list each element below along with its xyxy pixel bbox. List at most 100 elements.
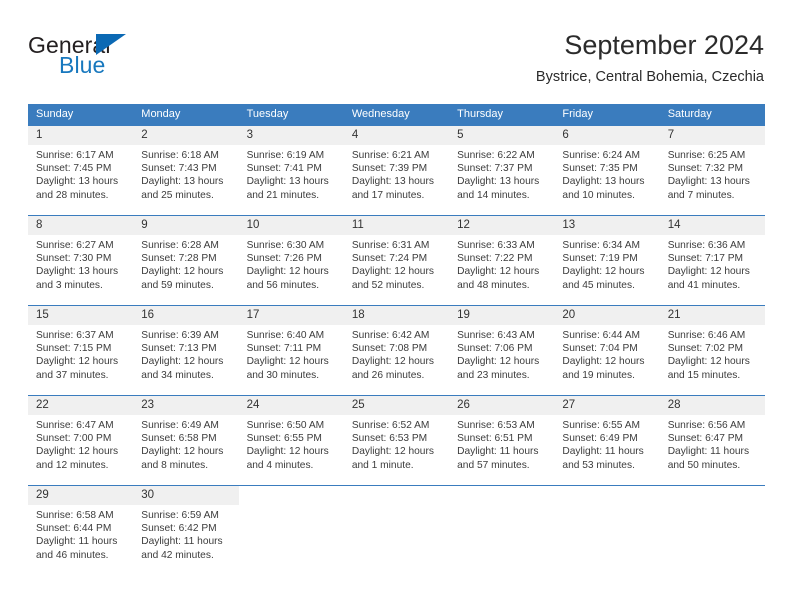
day-cell[interactable]: 9 Sunrise: 6:28 AM Sunset: 7:28 PM Dayli… bbox=[133, 216, 239, 304]
day-cell[interactable]: 21 Sunrise: 6:46 AM Sunset: 7:02 PM Dayl… bbox=[659, 306, 765, 394]
daylight-text-line1: Daylight: 11 hours bbox=[36, 536, 118, 548]
day-number: 5 bbox=[449, 126, 555, 145]
day-details: Sunrise: 6:43 AM Sunset: 7:06 PM Dayligh… bbox=[449, 325, 554, 382]
sunset-text: Sunset: 6:53 PM bbox=[351, 433, 428, 445]
week-row: 15 Sunrise: 6:37 AM Sunset: 7:15 PM Dayl… bbox=[28, 305, 765, 394]
day-cell[interactable]: 7 Sunrise: 6:25 AM Sunset: 7:32 PM Dayli… bbox=[659, 126, 765, 214]
day-cell[interactable]: 19 Sunrise: 6:43 AM Sunset: 7:06 PM Dayl… bbox=[449, 306, 555, 394]
masthead: General Blue September 2024 Bystrice, Ce… bbox=[28, 28, 764, 94]
weekday-header-wednesday: Wednesday bbox=[351, 108, 410, 120]
day-cell[interactable]: 26 Sunrise: 6:53 AM Sunset: 6:51 PM Dayl… bbox=[449, 396, 555, 484]
day-details: Sunrise: 6:36 AM Sunset: 7:17 PM Dayligh… bbox=[660, 235, 765, 292]
general-blue-logo[interactable]: General Blue bbox=[28, 32, 248, 88]
daylight-text-line2: and 34 minutes. bbox=[141, 369, 214, 381]
day-cell[interactable]: 11 Sunrise: 6:31 AM Sunset: 7:24 PM Dayl… bbox=[343, 216, 450, 304]
sunrise-text: Sunrise: 6:44 AM bbox=[562, 330, 640, 341]
day-details: Sunrise: 6:44 AM Sunset: 7:04 PM Dayligh… bbox=[554, 325, 659, 382]
day-cell[interactable]: 20 Sunrise: 6:44 AM Sunset: 7:04 PM Dayl… bbox=[554, 306, 660, 394]
day-details: Sunrise: 6:59 AM Sunset: 6:42 PM Dayligh… bbox=[133, 505, 238, 562]
day-details: Sunrise: 6:39 AM Sunset: 7:13 PM Dayligh… bbox=[133, 325, 238, 382]
day-cell[interactable]: 27 Sunrise: 6:55 AM Sunset: 6:49 PM Dayl… bbox=[554, 396, 660, 484]
day-cell[interactable]: 4 Sunrise: 6:21 AM Sunset: 7:39 PM Dayli… bbox=[343, 126, 450, 214]
day-details: Sunrise: 6:28 AM Sunset: 7:28 PM Dayligh… bbox=[133, 235, 238, 292]
day-number: 1 bbox=[28, 126, 134, 145]
sunset-text: Sunset: 7:02 PM bbox=[667, 343, 744, 355]
day-cell[interactable]: 16 Sunrise: 6:39 AM Sunset: 7:13 PM Dayl… bbox=[133, 306, 239, 394]
day-number: 3 bbox=[238, 126, 344, 145]
day-cell-empty bbox=[554, 486, 659, 574]
day-details: Sunrise: 6:42 AM Sunset: 7:08 PM Dayligh… bbox=[344, 325, 449, 382]
day-cell[interactable]: 15 Sunrise: 6:37 AM Sunset: 7:15 PM Dayl… bbox=[28, 306, 134, 394]
day-number: 14 bbox=[659, 216, 765, 235]
day-details: Sunrise: 6:30 AM Sunset: 7:26 PM Dayligh… bbox=[239, 235, 344, 292]
day-cell[interactable]: 25 Sunrise: 6:52 AM Sunset: 6:53 PM Dayl… bbox=[343, 396, 450, 484]
day-cell[interactable]: 29 Sunrise: 6:58 AM Sunset: 6:44 PM Dayl… bbox=[28, 486, 134, 574]
day-cell-empty bbox=[660, 486, 765, 574]
day-number bbox=[449, 486, 554, 505]
sunset-text: Sunset: 7:04 PM bbox=[562, 343, 638, 355]
sunrise-text: Sunrise: 6:47 AM bbox=[36, 420, 114, 431]
weekday-header-monday: Monday bbox=[141, 108, 181, 120]
day-details: Sunrise: 6:22 AM Sunset: 7:37 PM Dayligh… bbox=[449, 145, 554, 202]
day-cell[interactable]: 12 Sunrise: 6:33 AM Sunset: 7:22 PM Dayl… bbox=[449, 216, 555, 304]
day-cell[interactable]: 17 Sunrise: 6:40 AM Sunset: 7:11 PM Dayl… bbox=[238, 306, 344, 394]
daylight-text-line1: Daylight: 12 hours bbox=[141, 356, 224, 368]
day-details: Sunrise: 6:58 AM Sunset: 6:44 PM Dayligh… bbox=[28, 505, 133, 562]
sunset-text: Sunset: 7:32 PM bbox=[667, 163, 744, 175]
day-number: 12 bbox=[449, 216, 555, 235]
sunrise-text: Sunrise: 6:30 AM bbox=[246, 240, 325, 251]
weekday-header-thursday: Thursday bbox=[457, 108, 503, 120]
daylight-text-line2: and 57 minutes. bbox=[457, 459, 530, 471]
daylight-text-line1: Daylight: 12 hours bbox=[457, 356, 540, 368]
day-details: Sunrise: 6:25 AM Sunset: 7:32 PM Dayligh… bbox=[660, 145, 765, 202]
day-cell[interactable]: 23 Sunrise: 6:49 AM Sunset: 6:58 PM Dayl… bbox=[133, 396, 239, 484]
day-number: 29 bbox=[28, 486, 134, 505]
daylight-text-line1: Daylight: 11 hours bbox=[562, 446, 644, 458]
sunset-text: Sunset: 7:43 PM bbox=[141, 163, 217, 175]
page-subtitle: Bystrice, Central Bohemia, Czechia bbox=[535, 69, 764, 85]
day-cell[interactable]: 24 Sunrise: 6:50 AM Sunset: 6:55 PM Dayl… bbox=[238, 396, 344, 484]
day-number bbox=[344, 486, 449, 505]
sunset-text: Sunset: 6:44 PM bbox=[36, 523, 112, 535]
sunset-text: Sunset: 6:47 PM bbox=[667, 433, 744, 445]
daylight-text-line2: and 45 minutes. bbox=[562, 279, 635, 291]
sunrise-text: Sunrise: 6:55 AM bbox=[562, 420, 640, 431]
sunset-text: Sunset: 6:49 PM bbox=[562, 433, 638, 445]
page-title: September 2024 bbox=[564, 30, 764, 60]
day-details: Sunrise: 6:49 AM Sunset: 6:58 PM Dayligh… bbox=[133, 415, 238, 472]
day-number: 28 bbox=[659, 396, 765, 415]
day-details: Sunrise: 6:27 AM Sunset: 7:30 PM Dayligh… bbox=[28, 235, 133, 292]
day-cell[interactable]: 1 Sunrise: 6:17 AM Sunset: 7:45 PM Dayli… bbox=[28, 126, 134, 214]
sunrise-text: Sunrise: 6:43 AM bbox=[457, 330, 535, 341]
sunrise-text: Sunrise: 6:33 AM bbox=[457, 240, 535, 251]
calendar-page: General Blue September 2024 Bystrice, Ce… bbox=[0, 0, 792, 612]
day-cell[interactable]: 5 Sunrise: 6:22 AM Sunset: 7:37 PM Dayli… bbox=[449, 126, 555, 214]
daylight-text-line1: Daylight: 12 hours bbox=[667, 266, 750, 278]
day-cell[interactable]: 22 Sunrise: 6:47 AM Sunset: 7:00 PM Dayl… bbox=[28, 396, 134, 484]
sunset-text: Sunset: 7:13 PM bbox=[141, 343, 217, 355]
day-number: 17 bbox=[238, 306, 344, 325]
day-cell[interactable]: 13 Sunrise: 6:34 AM Sunset: 7:19 PM Dayl… bbox=[554, 216, 660, 304]
day-cell[interactable]: 14 Sunrise: 6:36 AM Sunset: 7:17 PM Dayl… bbox=[659, 216, 765, 304]
daylight-text-line2: and 14 minutes. bbox=[457, 189, 530, 201]
day-number: 19 bbox=[449, 306, 555, 325]
day-cell[interactable]: 3 Sunrise: 6:19 AM Sunset: 7:41 PM Dayli… bbox=[238, 126, 344, 214]
day-number: 9 bbox=[133, 216, 239, 235]
day-cell[interactable]: 10 Sunrise: 6:30 AM Sunset: 7:26 PM Dayl… bbox=[238, 216, 344, 304]
day-cell[interactable]: 8 Sunrise: 6:27 AM Sunset: 7:30 PM Dayli… bbox=[28, 216, 134, 304]
day-cell[interactable]: 6 Sunrise: 6:24 AM Sunset: 7:35 PM Dayli… bbox=[554, 126, 660, 214]
day-cell[interactable]: 30 Sunrise: 6:59 AM Sunset: 6:42 PM Dayl… bbox=[133, 486, 239, 574]
sunrise-text: Sunrise: 6:36 AM bbox=[667, 240, 746, 251]
sunset-text: Sunset: 6:51 PM bbox=[457, 433, 533, 445]
daylight-text-line1: Daylight: 12 hours bbox=[562, 356, 645, 368]
sunrise-text: Sunrise: 6:25 AM bbox=[667, 150, 746, 161]
daylight-text-line2: and 26 minutes. bbox=[351, 369, 425, 381]
day-cell[interactable]: 2 Sunrise: 6:18 AM Sunset: 7:43 PM Dayli… bbox=[133, 126, 239, 214]
day-cell[interactable]: 18 Sunrise: 6:42 AM Sunset: 7:08 PM Dayl… bbox=[343, 306, 450, 394]
sunrise-text: Sunrise: 6:42 AM bbox=[351, 330, 430, 341]
day-number: 22 bbox=[28, 396, 134, 415]
sunrise-text: Sunrise: 6:53 AM bbox=[457, 420, 535, 431]
calendar-grid: Sunday Monday Tuesday Wednesday Thursday… bbox=[28, 104, 765, 574]
day-details: Sunrise: 6:17 AM Sunset: 7:45 PM Dayligh… bbox=[28, 145, 133, 202]
day-cell[interactable]: 28 Sunrise: 6:56 AM Sunset: 6:47 PM Dayl… bbox=[659, 396, 765, 484]
